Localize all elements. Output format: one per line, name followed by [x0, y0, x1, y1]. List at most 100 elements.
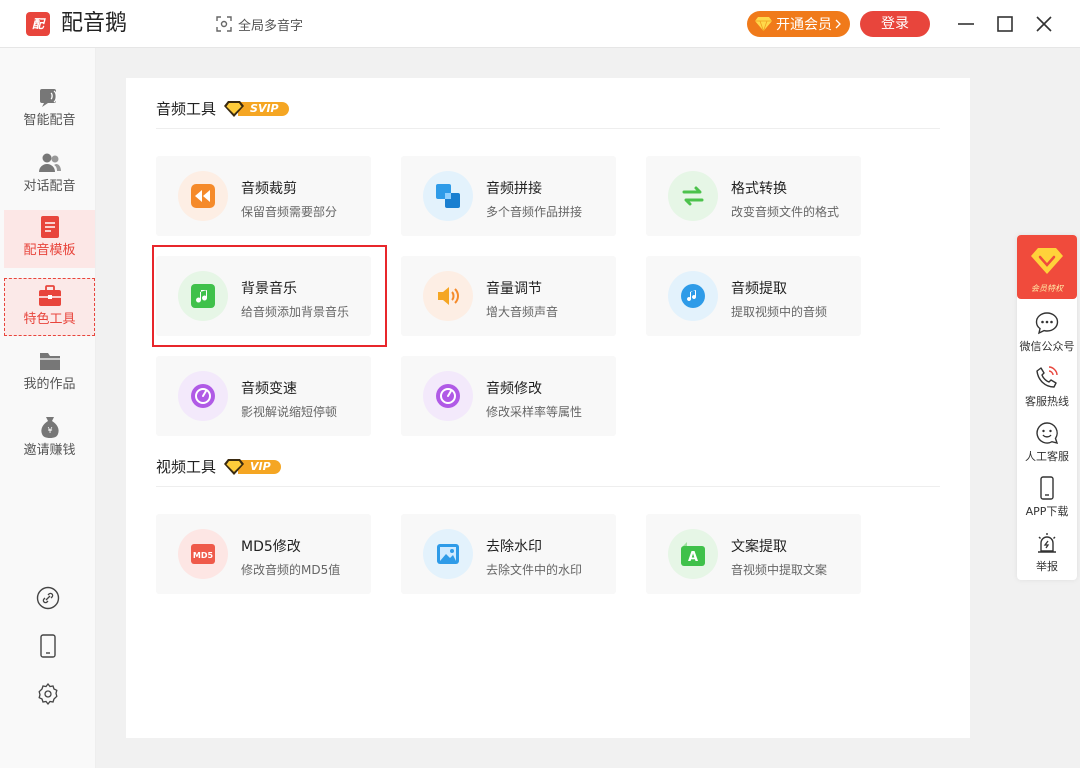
alarm-icon [1038, 533, 1056, 553]
music-disc-icon [668, 271, 718, 321]
sidebar-item-dubbing-template[interactable]: 配音模板 [4, 210, 95, 268]
rewind-icon [178, 171, 228, 221]
music-note-icon [178, 271, 228, 321]
video-tools-header: 视频工具 VIP [156, 456, 281, 477]
tool-card-desc: 多个音频作品拼接 [486, 205, 583, 219]
app-logo: 配 [26, 12, 50, 36]
gear-icon[interactable] [36, 682, 60, 706]
diamond-icon [755, 17, 772, 31]
tool-card-title: 音频变速 [241, 381, 297, 397]
speed-dial-icon [423, 371, 473, 421]
tool-card-desc: 给音频添加背景音乐 [241, 305, 350, 319]
sidebar-item-dialogue-dubbing[interactable]: 对话配音 [4, 146, 95, 204]
service-hotline-label: 客服热线 [1025, 395, 1069, 408]
divider [156, 128, 940, 129]
vip-badge-label: VIP [238, 459, 281, 474]
tool-card-title: 音量调节 [486, 281, 542, 297]
tool-card-desc: 影视解说缩短停顿 [241, 405, 338, 419]
close-icon[interactable] [1032, 12, 1056, 36]
main-panel: 音频工具 SVIP 音频裁剪 保留音频需要部分 音频拼接 多个音频作品拼接 格式… [126, 78, 970, 738]
diamond-icon [1031, 248, 1063, 274]
open-vip-button[interactable]: 开通会员 [747, 11, 850, 37]
tool-card-title: 音频裁剪 [241, 181, 297, 197]
tool-card-desc: 提取视频中的音频 [731, 305, 828, 319]
sidebar-item-label: 邀请赚钱 [23, 443, 76, 458]
global-polyphone-button[interactable]: 全局多音字 [216, 14, 303, 34]
chat-bubble-icon [1035, 312, 1059, 335]
tool-card-desc: 增大音频声音 [486, 305, 559, 319]
global-polyphone-label: 全局多音字 [238, 18, 304, 34]
audio-tools-title: 音频工具 [156, 100, 217, 118]
template-icon [40, 216, 59, 238]
tool-card-remove-watermark[interactable]: 去除水印 去除文件中的水印 [401, 514, 616, 594]
tool-card-md5-modify[interactable]: MD5 MD5修改 修改音频的MD5值 [156, 514, 371, 594]
login-button[interactable]: 登录 [860, 11, 930, 37]
human-service-label: 人工客服 [1025, 450, 1069, 463]
toolbox-icon [38, 285, 61, 306]
audio-tools-header: 音频工具 SVIP [156, 98, 289, 119]
swap-icon [668, 171, 718, 221]
sidebar-item-label: 配音模板 [23, 243, 76, 258]
tool-card-audio-trim[interactable]: 音频裁剪 保留音频需要部分 [156, 156, 371, 236]
maximize-icon[interactable] [993, 12, 1017, 36]
chevron-right-icon [835, 19, 841, 29]
tool-card-title: 背景音乐 [241, 281, 297, 297]
sidebar-item-label: 特色工具 [23, 312, 76, 327]
phone-call-icon [1036, 366, 1058, 388]
tool-card-title: 文案提取 [731, 539, 787, 555]
speaker-icon [423, 271, 473, 321]
tool-card-copy-extract[interactable]: A 文案提取 音视频中提取文案 [646, 514, 861, 594]
tool-card-audio-extract[interactable]: 音频提取 提取视频中的音频 [646, 256, 861, 336]
app-download-button[interactable]: APP下载 [1017, 476, 1077, 519]
member-privilege-button[interactable]: 会员特权 [1017, 235, 1077, 299]
service-hotline-button[interactable]: 客服热线 [1017, 366, 1077, 409]
tool-card-desc: 音视频中提取文案 [731, 563, 828, 577]
sidebar-item-label: 我的作品 [23, 377, 76, 392]
sidebar-item-invite-earn[interactable]: ¥ 邀请赚钱 [4, 410, 95, 468]
open-vip-label: 开通会员 [776, 17, 832, 33]
human-service-button[interactable]: 人工客服 [1017, 421, 1077, 464]
divider [156, 486, 940, 487]
svip-badge: SVIP [224, 100, 289, 118]
title-bar: 配 配音鹅 全局多音字 开通会员 登录 [0, 0, 1080, 48]
tool-card-audio-speed[interactable]: 音频变速 影视解说缩短停顿 [156, 356, 371, 436]
phone-icon[interactable] [36, 634, 60, 658]
report-button[interactable]: 举报 [1017, 531, 1077, 574]
sidebar: 智能配音 对话配音 配音模板 特色工具 我的作品 ¥ 邀请赚钱 [0, 48, 96, 768]
tool-card-desc: 改变音频文件的格式 [731, 205, 840, 219]
md5-icon: MD5 [178, 529, 228, 579]
tool-card-background-music[interactable]: 背景音乐 给音频添加背景音乐 [156, 256, 371, 336]
right-toolbar: 会员特权 微信公众号 客服热线 人工客服 APP下载 举报 [1017, 235, 1077, 580]
minimize-icon[interactable] [954, 12, 978, 36]
wechat-official-label: 微信公众号 [1019, 340, 1075, 353]
svg-text:¥: ¥ [47, 426, 52, 435]
smile-chat-icon [1036, 422, 1059, 445]
tool-card-volume-adjust[interactable]: 音量调节 增大音频声音 [401, 256, 616, 336]
tool-card-audio-join[interactable]: 音频拼接 多个音频作品拼接 [401, 156, 616, 236]
merge-icon [423, 171, 473, 221]
sidebar-item-smart-dubbing[interactable]: 智能配音 [4, 80, 95, 138]
sidebar-item-feature-tools[interactable]: 特色工具 [4, 278, 95, 336]
tool-card-title: 音频提取 [731, 281, 787, 297]
tool-card-title: 音频拼接 [486, 181, 542, 197]
vip-badge: VIP [224, 458, 281, 476]
tool-card-desc: 去除文件中的水印 [486, 563, 583, 577]
tool-card-title: 格式转换 [731, 181, 787, 197]
link-icon[interactable] [36, 586, 60, 610]
tool-card-desc: 修改音频的MD5值 [241, 563, 341, 577]
svip-badge-label: SVIP [238, 101, 289, 116]
tool-card-audio-modify[interactable]: 音频修改 修改采样率等属性 [401, 356, 616, 436]
tool-card-title: 音频修改 [486, 381, 542, 397]
svg-text:MD5: MD5 [193, 551, 214, 560]
sidebar-item-my-works[interactable]: 我的作品 [4, 344, 95, 402]
voice-icon [39, 89, 57, 107]
scan-icon [216, 16, 232, 32]
app-name: 配音鹅 [61, 11, 128, 36]
tool-card-desc: 保留音频需要部分 [241, 205, 338, 219]
diamond-icon [224, 458, 245, 475]
wechat-official-button[interactable]: 微信公众号 [1017, 311, 1077, 354]
speed-dial-icon [178, 371, 228, 421]
sidebar-item-label: 智能配音 [23, 113, 76, 128]
tool-card-format-convert[interactable]: 格式转换 改变音频文件的格式 [646, 156, 861, 236]
member-privilege-label: 会员特权 [1031, 284, 1063, 293]
